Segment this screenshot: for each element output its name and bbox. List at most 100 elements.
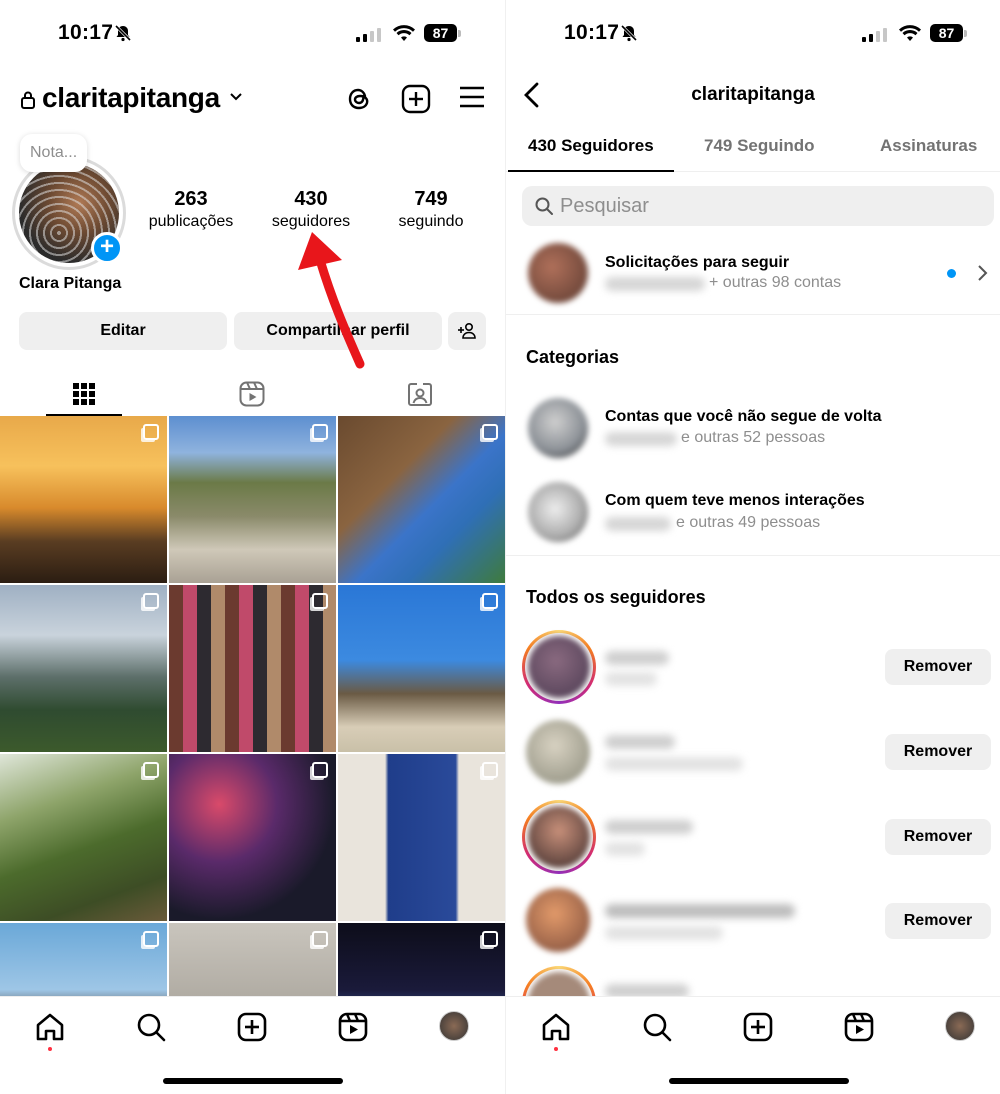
discover-people-button[interactable] (448, 312, 486, 350)
menu-icon[interactable] (458, 84, 486, 110)
blurred-name (605, 672, 657, 686)
create-icon[interactable] (742, 1011, 774, 1043)
post-thumbnail[interactable] (338, 585, 506, 752)
status-bar: 10:17 87 (0, 18, 506, 50)
stat-value: 263 (174, 188, 208, 210)
carousel-icon (312, 762, 328, 778)
profile-header: claritapitanga (0, 82, 506, 118)
carousel-icon (482, 762, 498, 778)
profile-screen: 10:17 87 claritapitanga Nota... + 263 pu… (0, 0, 506, 1094)
add-person-icon (458, 322, 476, 339)
home-icon[interactable] (540, 1011, 572, 1043)
avatar (528, 636, 590, 698)
followers-screen: 10:17 87 claritapitanga 430 Seguidores 7… (506, 0, 1000, 1094)
search-icon[interactable] (641, 1011, 673, 1043)
avatar (528, 398, 588, 458)
post-thumbnail[interactable] (169, 416, 336, 583)
add-story-badge[interactable]: + (91, 232, 123, 264)
tab-posts-grid[interactable] (46, 372, 122, 416)
profile-tabs (0, 372, 506, 416)
carousel-icon (312, 931, 328, 947)
remove-follower-button[interactable]: Remover (885, 649, 991, 685)
tab-reels[interactable] (214, 372, 290, 416)
post-thumbnail[interactable] (169, 585, 336, 752)
carousel-icon (312, 593, 328, 609)
remove-follower-button[interactable]: Remover (885, 734, 991, 770)
profile-avatar[interactable] (439, 1011, 469, 1041)
post-thumbnail[interactable] (0, 416, 167, 583)
categories-heading: Categorias (526, 347, 620, 367)
blurred-name (605, 926, 723, 940)
blurred-username (605, 820, 693, 834)
category-title: Com quem teve menos interações (605, 492, 865, 509)
post-thumbnail[interactable] (338, 923, 506, 996)
story-ring[interactable] (522, 800, 596, 874)
home-indicator (669, 1078, 849, 1084)
signal-icon (862, 26, 887, 42)
blurred-username (605, 904, 795, 918)
lock-icon (21, 91, 35, 109)
carousel-icon (143, 931, 159, 947)
blurred-username (605, 651, 669, 665)
home-icon[interactable] (34, 1011, 66, 1043)
post-thumbnail[interactable] (0, 923, 167, 996)
divider (506, 555, 1000, 556)
avatar (526, 888, 590, 952)
stat-value: 430 (294, 188, 328, 210)
post-thumbnail[interactable] (169, 754, 336, 921)
profile-full-name: Clara Pitanga (19, 275, 122, 292)
note-bubble[interactable]: Nota... (20, 134, 88, 172)
remove-follower-button[interactable]: Remover (885, 819, 991, 855)
post-thumbnail[interactable] (0, 754, 167, 921)
tab-followers[interactable]: 430 Seguidores (528, 136, 654, 156)
blurred-name (605, 757, 743, 771)
create-icon[interactable] (236, 1011, 268, 1043)
stat-label: publicações (148, 213, 234, 230)
chevron-down-icon[interactable] (229, 92, 243, 102)
tab-tagged[interactable] (382, 372, 458, 416)
reel-badge-icon (143, 762, 159, 778)
story-ring[interactable] (522, 630, 596, 704)
signal-icon (356, 26, 381, 42)
reels-nav-icon[interactable] (337, 1011, 369, 1043)
profile-username[interactable]: claritapitanga (42, 82, 220, 114)
tab-following[interactable]: 749 Seguindo (704, 136, 815, 156)
post-thumbnail[interactable] (338, 754, 506, 921)
stat-label: seguindo (398, 213, 464, 230)
search-icon[interactable] (135, 1011, 167, 1043)
avatar (528, 482, 588, 542)
remove-follower-button[interactable]: Remover (885, 903, 991, 939)
battery-indicator: 87 (930, 24, 963, 42)
reels-nav-icon[interactable] (843, 1011, 875, 1043)
battery-indicator: 87 (424, 24, 457, 42)
tab-subscriptions[interactable]: Assinaturas (880, 136, 977, 156)
battery-tip (458, 30, 461, 37)
edit-profile-button[interactable]: Editar (19, 312, 227, 350)
chevron-right-icon (978, 265, 988, 281)
blurred-username (605, 735, 675, 749)
blurred-name (605, 842, 645, 856)
stat-followers[interactable]: 430 seguidores (251, 188, 371, 231)
avatar (528, 243, 588, 303)
status-time: 10:17 (564, 21, 620, 44)
stat-following[interactable]: 749 seguindo (371, 188, 491, 231)
carousel-icon (482, 593, 498, 609)
post-thumbnail[interactable] (338, 416, 506, 583)
threads-icon[interactable] (345, 84, 373, 114)
posts-grid (0, 416, 506, 996)
post-thumbnail[interactable] (0, 585, 167, 752)
profile-avatar[interactable] (945, 1011, 975, 1041)
wifi-icon (899, 25, 921, 41)
stat-label: seguidores (271, 213, 351, 230)
followers-tabs: 430 Seguidores 749 Seguindo Assinaturas (506, 128, 1000, 172)
avatar (528, 806, 590, 868)
blurred-username (605, 432, 677, 446)
post-thumbnail[interactable] (169, 923, 336, 996)
annotation-arrow (298, 232, 365, 369)
silent-bell-icon (620, 24, 638, 42)
new-post-icon[interactable] (401, 84, 431, 114)
tagged-icon (408, 383, 432, 406)
carousel-icon (312, 424, 328, 440)
stat-posts[interactable]: 263 publicações (131, 188, 251, 231)
search-input[interactable]: Pesquisar (522, 186, 994, 226)
